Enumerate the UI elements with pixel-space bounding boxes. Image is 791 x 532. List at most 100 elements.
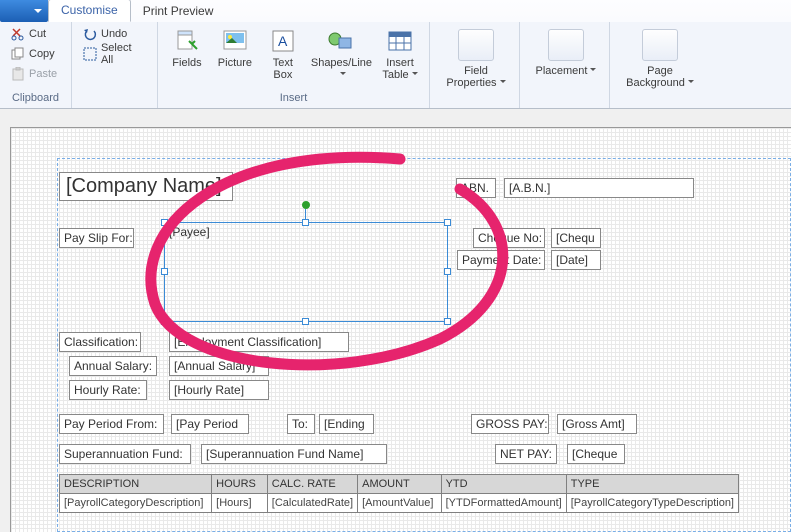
field-hourly-rate[interactable]: [Hourly Rate]: [169, 380, 269, 400]
page-background-icon: [642, 29, 678, 61]
rotate-handle[interactable]: [302, 201, 310, 209]
text-box-button[interactable]: A Text Box: [260, 24, 306, 86]
paste-icon: [11, 67, 25, 81]
paste-button: Paste: [6, 64, 65, 84]
placement-icon: [548, 29, 584, 61]
textbox-label: Text Box: [273, 57, 293, 81]
select-all-label: Select All: [101, 42, 146, 66]
group-clipboard-label: Clipboard: [6, 92, 65, 106]
select-all-icon: [83, 47, 97, 61]
label-payment-date[interactable]: Payment Date:: [457, 250, 545, 270]
label-to[interactable]: To:: [287, 414, 315, 434]
label-gross-pay[interactable]: GROSS PAY:: [471, 414, 549, 434]
resize-handle[interactable]: [444, 318, 451, 325]
resize-handle[interactable]: [302, 219, 309, 226]
tab-customise[interactable]: Customise: [48, 0, 131, 22]
resize-handle[interactable]: [161, 318, 168, 325]
th-amount: AMOUNT: [358, 475, 441, 494]
table-header-row: DESCRIPTION HOURS CALC. RATE AMOUNT YTD …: [60, 475, 739, 494]
shapes-button[interactable]: Shapes/Line: [308, 24, 375, 86]
field-company-name[interactable]: [Company Name]: [59, 172, 233, 201]
resize-handle[interactable]: [444, 219, 451, 226]
fields-icon: [175, 29, 199, 53]
field-annual-salary[interactable]: [Annual Salary]: [169, 356, 269, 376]
field-gross-pay[interactable]: [Gross Amt]: [557, 414, 637, 434]
placement-button[interactable]: Placement: [526, 24, 606, 82]
th-calcrate: CALC. RATE: [267, 475, 357, 494]
th-type: TYPE: [566, 475, 738, 494]
field-pay-period-from[interactable]: [Pay Period: [171, 414, 249, 434]
label-classification[interactable]: Classification:: [59, 332, 141, 352]
td-ytd: [YTDFormattedAmount]: [441, 494, 566, 513]
th-ytd: YTD: [441, 475, 566, 494]
placement-label: Placement: [536, 65, 597, 77]
field-payee-selected[interactable]: [Payee]: [164, 222, 448, 322]
tab-print-preview[interactable]: Print Preview: [131, 1, 226, 22]
page[interactable]: [Company Name] ABN. [A.B.N.] Pay Slip Fo…: [10, 127, 791, 532]
picture-label: Picture: [218, 57, 252, 69]
label-super-fund[interactable]: Superannuation Fund:: [59, 444, 191, 464]
group-pagebg: Page Background: [610, 22, 710, 108]
copy-button[interactable]: Copy: [6, 44, 65, 64]
field-cheque-no[interactable]: [Chequ: [551, 228, 601, 248]
copy-icon: [11, 47, 25, 61]
field-properties-button[interactable]: Field Properties: [436, 24, 516, 94]
page-background-label: Page Background: [626, 65, 694, 89]
label-payslip-for[interactable]: Pay Slip For:: [59, 228, 134, 248]
design-workspace[interactable]: [Company Name] ABN. [A.B.N.] Pay Slip Fo…: [0, 109, 791, 532]
resize-handle[interactable]: [302, 318, 309, 325]
undo-icon: [83, 27, 97, 41]
group-insert: Fields Picture A Text Box Shapes/Line In…: [158, 22, 430, 108]
cut-button[interactable]: Cut: [6, 24, 65, 44]
resize-handle[interactable]: [161, 219, 168, 226]
td-description: [PayrollCategoryDescription]: [60, 494, 212, 513]
undo-label: Undo: [101, 28, 127, 40]
td-calcrate: [CalculatedRate]: [267, 494, 357, 513]
field-abn[interactable]: [A.B.N.]: [504, 178, 694, 198]
shapes-icon: [327, 30, 355, 52]
field-classification[interactable]: [Employment Classification]: [169, 332, 349, 352]
field-net-pay[interactable]: [Cheque: [567, 444, 625, 464]
copy-label: Copy: [29, 48, 55, 60]
insert-table-button[interactable]: Insert Table: [377, 24, 423, 86]
group-edit: Undo Select All: [72, 22, 158, 108]
fields-button[interactable]: Fields: [164, 24, 210, 86]
td-type: [PayrollCategoryTypeDescription]: [566, 494, 738, 513]
label-net-pay[interactable]: NET PAY:: [495, 444, 557, 464]
label-cheque-no[interactable]: Cheque No:: [473, 228, 545, 248]
picture-button[interactable]: Picture: [212, 24, 258, 86]
insert-table-label: Insert Table: [382, 57, 417, 81]
undo-button[interactable]: Undo: [78, 24, 151, 44]
table-icon: [388, 31, 412, 51]
ribbon: Customise Print Preview Cut Copy Paste C…: [0, 0, 791, 109]
select-all-button[interactable]: Select All: [78, 44, 151, 64]
field-properties-label: Field Properties: [446, 65, 505, 89]
page-background-button[interactable]: Page Background: [616, 24, 704, 94]
payroll-table[interactable]: DESCRIPTION HOURS CALC. RATE AMOUNT YTD …: [59, 474, 739, 513]
app-menu-button[interactable]: [0, 0, 48, 22]
group-fieldprops: Field Properties: [430, 22, 520, 108]
th-description: DESCRIPTION: [60, 475, 212, 494]
group-placement: Placement: [520, 22, 610, 108]
label-hourly-rate[interactable]: Hourly Rate:: [69, 380, 147, 400]
shapes-label: Shapes/Line: [311, 57, 372, 81]
resize-handle[interactable]: [444, 268, 451, 275]
field-pay-period-to[interactable]: [Ending: [319, 414, 374, 434]
field-payee-text: [Payee]: [169, 225, 210, 239]
resize-handle[interactable]: [161, 268, 168, 275]
textbox-icon: A: [272, 30, 294, 52]
th-hours: HOURS: [212, 475, 268, 494]
group-clipboard: Cut Copy Paste Clipboard: [0, 22, 72, 108]
fields-label: Fields: [172, 57, 201, 69]
svg-text:A: A: [278, 33, 288, 49]
cut-label: Cut: [29, 28, 46, 40]
label-abn[interactable]: ABN.: [456, 178, 496, 198]
tab-row: Customise Print Preview: [0, 0, 791, 22]
scissors-icon: [11, 27, 25, 41]
table-row[interactable]: [PayrollCategoryDescription] [Hours] [Ca…: [60, 494, 739, 513]
field-payment-date[interactable]: [Date]: [551, 250, 601, 270]
field-super-fund[interactable]: [Superannuation Fund Name]: [201, 444, 387, 464]
paste-label: Paste: [29, 68, 57, 80]
label-pay-period-from[interactable]: Pay Period From:: [59, 414, 164, 434]
label-annual-salary[interactable]: Annual Salary:: [69, 356, 157, 376]
